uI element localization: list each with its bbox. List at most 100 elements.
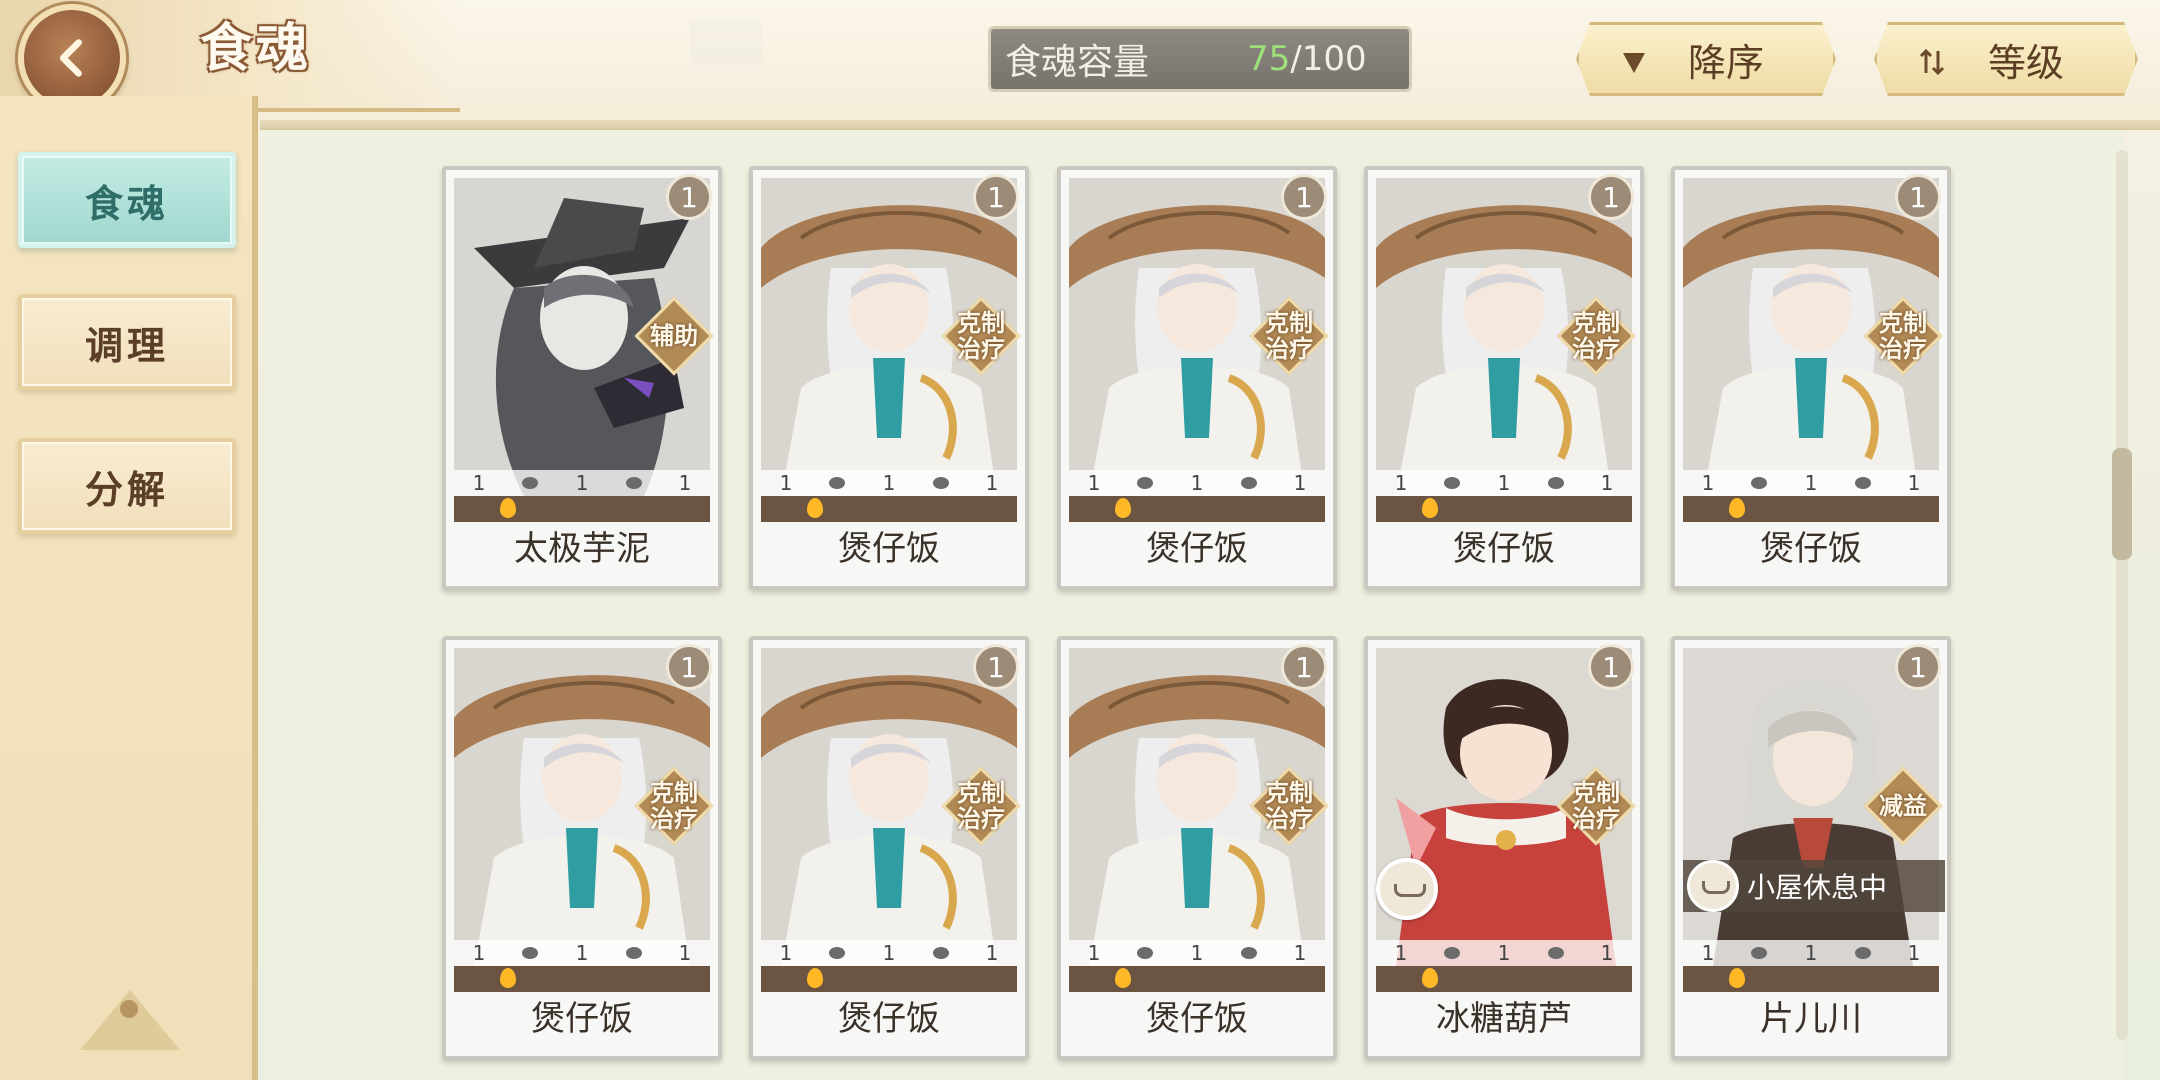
card-name: 煲仔饭 [838, 529, 940, 569]
card-name: 煲仔饭 [1453, 529, 1555, 569]
stat-value: 1 [1293, 471, 1307, 495]
capacity-current: 75 [1247, 39, 1291, 79]
mask-icon [829, 477, 846, 489]
fire-element-icon [500, 498, 516, 518]
stats-row: 1 1 1 [1069, 470, 1325, 496]
sidebar-tab-decompose[interactable]: 分解 [18, 438, 236, 534]
stat-value: 1 [1190, 941, 1204, 965]
mask-icon [522, 477, 539, 489]
rest-status-text: 小屋休息中 [1747, 871, 1888, 904]
sidebar-tab-label: 食魂 [84, 181, 169, 226]
stat-value: 1 [1497, 471, 1511, 495]
stats-row: 1 1 1 [454, 470, 710, 496]
sort-order-button[interactable]: 降序 [1576, 22, 1836, 96]
food-soul-card[interactable]: 1 克制 治疗 1 1 1 煲仔饭 [1057, 636, 1337, 1060]
stat-value: 1 [985, 941, 999, 965]
stat-value: 1 [882, 471, 896, 495]
scrollbar-track[interactable] [2116, 150, 2128, 1040]
stat-value: 1 [882, 941, 896, 965]
food-soul-card[interactable]: 1 辅助 1 1 1 太极芋泥 [442, 166, 722, 590]
role-badge: 克制 治疗 [1556, 766, 1636, 846]
stat-value: 1 [1293, 941, 1307, 965]
role-line-2: 治疗 [1879, 335, 1927, 363]
scrollbar-thumb[interactable] [2112, 448, 2132, 560]
top-divider [260, 120, 2160, 130]
mask-icon [1444, 947, 1461, 959]
card-name: 煲仔饭 [838, 999, 940, 1039]
role-line-1: 克制 [1572, 779, 1620, 807]
stats-row: 1 1 1 [1376, 470, 1632, 496]
mask-icon [1751, 477, 1768, 489]
stats-row: 1 1 1 [1376, 940, 1632, 966]
card-name: 煲仔饭 [1146, 999, 1248, 1039]
role-badge: 克制 治疗 [1556, 296, 1636, 376]
role-badge: 克制 治疗 [941, 766, 1021, 846]
food-soul-card[interactable]: 1 减益 小屋休息中 1 1 1 片儿川 [1671, 636, 1951, 1060]
food-soul-card[interactable]: 1 克制 治疗 1 1 1 煲仔饭 [442, 636, 722, 1060]
card-name: 煲仔饭 [531, 999, 633, 1039]
fire-element-icon [1422, 498, 1438, 518]
fire-element-icon [1422, 968, 1438, 988]
role-line-1: 克制 [650, 779, 698, 807]
sidebar-tab-label: 调理 [84, 323, 169, 368]
stat-value: 1 [1907, 941, 1921, 965]
stat-value: 1 [1497, 941, 1511, 965]
teapot-icon [1547, 477, 1564, 489]
rest-status-banner: 小屋休息中 [1683, 860, 1945, 912]
level-badge: 1 [1281, 174, 1327, 220]
food-soul-card[interactable]: 1 克制 治疗 1 1 1 煲仔饭 [749, 166, 1029, 590]
teapot-icon [932, 947, 949, 959]
role-badge: 克制 治疗 [1249, 766, 1329, 846]
role-line-2: 治疗 [957, 335, 1005, 363]
sidebar-tab-food-souls[interactable]: 食魂 [18, 152, 236, 248]
card-name: 片儿川 [1760, 999, 1862, 1039]
stat-value: 1 [678, 941, 692, 965]
role-badge-text: 克制 治疗 [1556, 296, 1636, 376]
mask-icon [1137, 947, 1154, 959]
level-badge: 1 [1895, 174, 1941, 220]
card-name: 煲仔饭 [1146, 529, 1248, 569]
role-badge: 克制 治疗 [634, 766, 714, 846]
mask-icon [522, 947, 539, 959]
role-line-1: 克制 [1265, 779, 1313, 807]
level-badge: 1 [973, 174, 1019, 220]
placeholder-box [690, 20, 762, 70]
role-line-2: 治疗 [1572, 335, 1620, 363]
role-badge: 克制 治疗 [941, 296, 1021, 376]
stat-value: 1 [472, 471, 486, 495]
fire-element-icon [1729, 968, 1745, 988]
fire-element-icon [1115, 498, 1131, 518]
food-soul-card[interactable]: 1 克制 治疗 1 1 1 煲仔饭 [749, 636, 1029, 1060]
stats-row: 1 1 1 [1069, 940, 1325, 966]
role-line-2: 治疗 [1572, 805, 1620, 833]
mask-icon [1444, 477, 1461, 489]
role-line-1: 克制 [957, 309, 1005, 337]
food-soul-card[interactable]: 1 克制 治疗 1 1 1 煲仔饭 [1057, 166, 1337, 590]
cabin-rest-icon [1687, 860, 1739, 912]
capacity-display: 食魂容量 75/100 [988, 26, 1412, 92]
role-line-2: 治疗 [957, 805, 1005, 833]
role-badge-text: 克制 治疗 [1863, 296, 1943, 376]
stat-value: 1 [985, 471, 999, 495]
teapot-icon [932, 477, 949, 489]
sort-key-button[interactable]: 等级 [1874, 22, 2138, 96]
role-line-2: 治疗 [1265, 335, 1313, 363]
role-badge-text: 克制 治疗 [941, 296, 1021, 376]
food-soul-card[interactable]: 1 克制 治疗 1 1 1 煲仔饭 [1364, 166, 1644, 590]
role-badge: 辅助 [634, 296, 714, 376]
role-badge-text: 克制 治疗 [941, 766, 1021, 846]
stat-value: 1 [1087, 471, 1101, 495]
teapot-icon [1240, 947, 1257, 959]
stats-row: 1 1 1 [454, 940, 710, 966]
capacity-label: 食魂容量 [1005, 42, 1150, 83]
sidebar-tab-cook[interactable]: 调理 [18, 294, 236, 390]
role-line-1: 克制 [1572, 309, 1620, 337]
capacity-max: /100 [1290, 39, 1367, 79]
stat-value: 1 [1907, 471, 1921, 495]
food-soul-card[interactable]: 1 克制 治疗 1 1 1 煲仔饭 [1671, 166, 1951, 590]
stats-row: 1 1 1 [1683, 470, 1939, 496]
fire-element-icon [807, 968, 823, 988]
food-soul-card[interactable]: 1 克制 治疗 1 1 1 冰糖葫芦 [1364, 636, 1644, 1060]
capacity-value: 75/100 [1247, 39, 1367, 79]
fire-element-icon [1115, 968, 1131, 988]
